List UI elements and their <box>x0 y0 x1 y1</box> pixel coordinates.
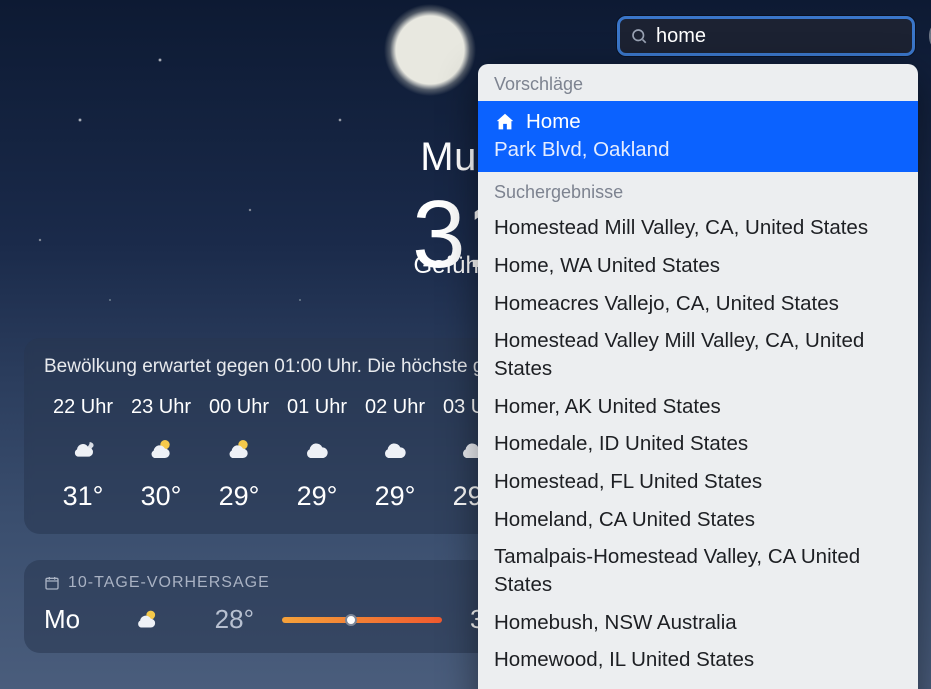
search-suggestions-dropdown: Vorschläge Home Park Blvd, Oakland Suche… <box>478 64 918 689</box>
search-field[interactable] <box>617 16 915 56</box>
hour-time: 23 Uhr <box>122 396 200 419</box>
hour-temp: 29° <box>356 481 434 512</box>
search-result-item[interactable]: Homewood, IL United States <box>478 641 918 679</box>
search-result-item[interactable]: Homeacres Vallejo, CA, United States <box>478 285 918 323</box>
suggestion-title: Home <box>526 108 581 136</box>
cloud-moon-icon <box>44 433 122 467</box>
hour-temp: 31° <box>44 481 122 512</box>
hour-column: 01 Uhr 29° <box>278 396 356 512</box>
search-result-item[interactable]: Homer, AK United States <box>478 388 918 426</box>
search-icon <box>630 27 648 45</box>
search-result-item[interactable]: Tamalpais-Homestead Valley, CA United St… <box>478 538 918 603</box>
search-result-item[interactable]: Homewood, AL United States <box>478 679 918 689</box>
hour-time: 01 Uhr <box>278 396 356 419</box>
hour-time: 22 Uhr <box>44 396 122 419</box>
hour-column: 23 Uhr 30° <box>122 396 200 512</box>
temp-range-bar <box>282 617 442 623</box>
cloud-icon <box>356 433 434 467</box>
calendar-icon <box>44 575 60 591</box>
day-low-temp: 28° <box>200 604 254 635</box>
ten-day-header-label: 10-TAGE-VORHERSAGE <box>68 574 270 592</box>
search-result-item[interactable]: Homestead Mill Valley, CA, United States <box>478 209 918 247</box>
search-input[interactable] <box>648 25 929 48</box>
partly-cloudy-icon <box>132 605 172 635</box>
hour-temp: 29° <box>278 481 356 512</box>
hour-column: 00 Uhr 29° <box>200 396 278 512</box>
partly-cloudy-icon <box>122 433 200 467</box>
home-icon <box>494 111 516 133</box>
hour-temp: 29° <box>200 481 278 512</box>
search-result-item[interactable]: Homestead Valley Mill Valley, CA, United… <box>478 322 918 387</box>
search-result-item[interactable]: Homestead, FL United States <box>478 463 918 501</box>
partly-cloudy-icon <box>200 433 278 467</box>
hour-time: 00 Uhr <box>200 396 278 419</box>
search-result-item[interactable]: Homedale, ID United States <box>478 425 918 463</box>
search-result-item[interactable]: Homeland, CA United States <box>478 501 918 539</box>
day-label: Mo <box>44 604 104 635</box>
suggestion-subtitle: Park Blvd, Oakland <box>494 136 902 164</box>
cloud-icon <box>278 433 356 467</box>
suggestions-section-label: Vorschläge <box>478 64 918 101</box>
hour-column: 02 Uhr 29° <box>356 396 434 512</box>
hour-time: 02 Uhr <box>356 396 434 419</box>
hour-temp: 30° <box>122 481 200 512</box>
search-result-item[interactable]: Home, WA United States <box>478 247 918 285</box>
search-result-item[interactable]: Homebush, NSW Australia <box>478 604 918 642</box>
hour-column: 22 Uhr 31° <box>44 396 122 512</box>
results-section-label: Suchergebnisse <box>478 172 918 209</box>
suggestion-item-home[interactable]: Home Park Blvd, Oakland <box>478 101 918 172</box>
